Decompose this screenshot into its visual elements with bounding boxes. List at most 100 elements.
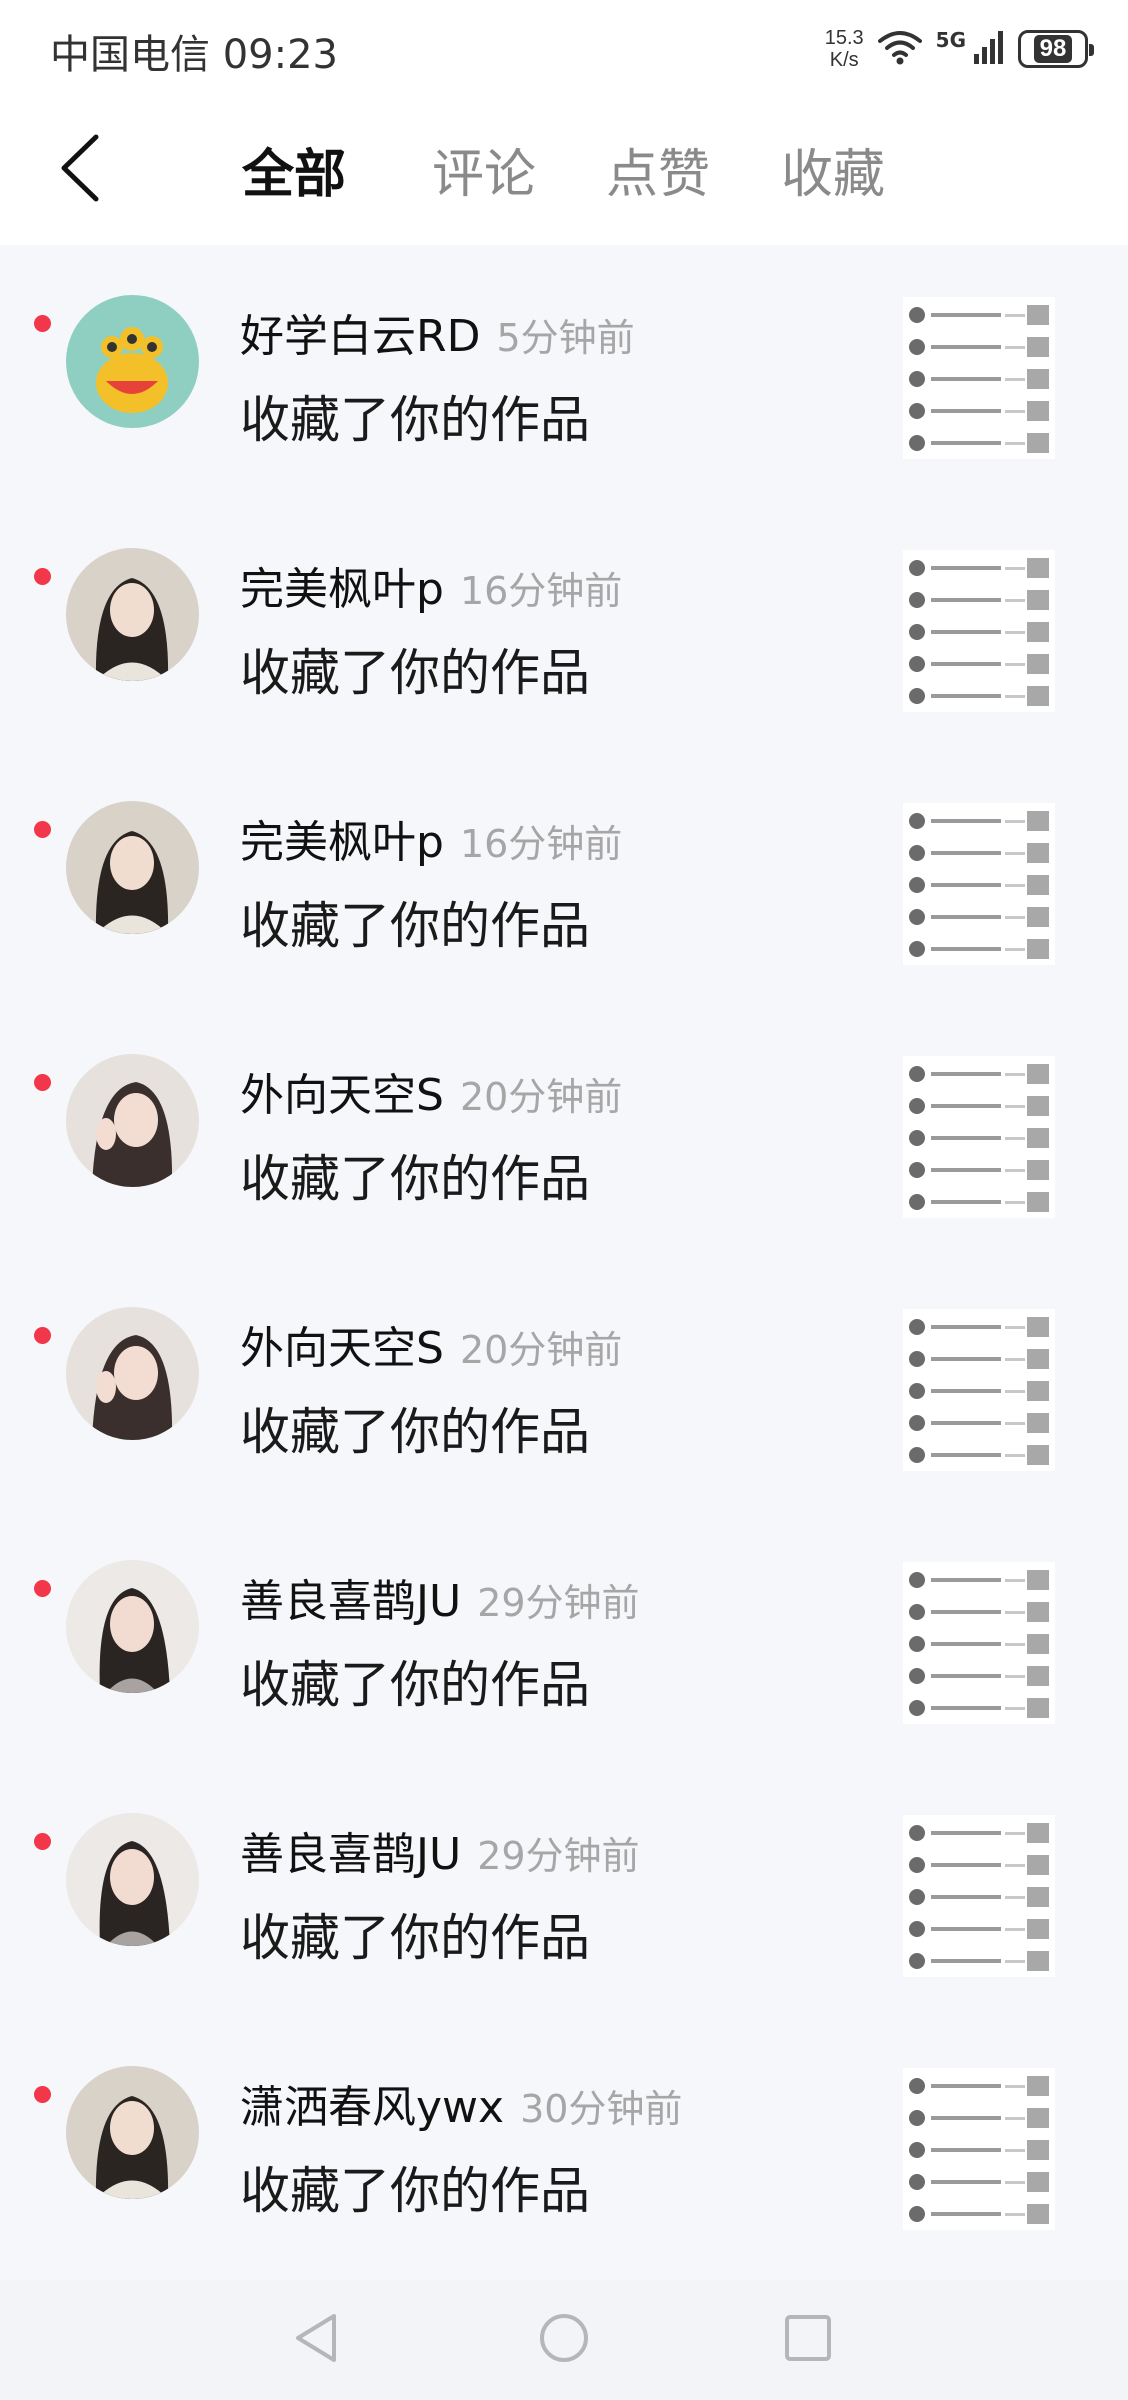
post-thumbnail[interactable] [903, 1562, 1055, 1724]
username[interactable]: 外向天空S [240, 1070, 444, 1121]
post-thumbnail[interactable] [903, 550, 1055, 712]
avatar[interactable] [66, 1560, 199, 1693]
thumbnail-row [909, 1664, 1049, 1688]
thumbnail-row [909, 1094, 1049, 1118]
action-text: 收藏了你的作品 [240, 2162, 590, 2220]
action-text: 收藏了你的作品 [240, 1656, 590, 1714]
thumbnail-row [909, 1126, 1049, 1150]
username[interactable]: 好学白云RD [240, 311, 480, 362]
avatar[interactable] [66, 2066, 199, 2199]
timestamp: 5分钟前 [496, 316, 635, 360]
thumbnail-row [909, 809, 1049, 833]
unread-dot [34, 1833, 51, 1850]
thumbnail-row [909, 335, 1049, 359]
thumbnail-row [909, 1347, 1049, 1371]
thumbnail-row [909, 684, 1049, 708]
notification-item[interactable]: 完美枫叶p 16分钟前收藏了你的作品 [0, 751, 1128, 1004]
username[interactable]: 善良喜鹊JU [240, 1829, 461, 1880]
thumbnail-row [909, 905, 1049, 929]
thumbnail-row [909, 2202, 1049, 2226]
thumbnail-row [909, 873, 1049, 897]
thumbnail-row [909, 1315, 1049, 1339]
username[interactable]: 完美枫叶p [240, 817, 444, 868]
user-line: 善良喜鹊JU 29分钟前 [240, 1818, 640, 1882]
thumbnail-row [909, 1158, 1049, 1182]
post-thumbnail[interactable] [903, 1309, 1055, 1471]
network-speed: 15.3 K/s [825, 27, 864, 71]
unread-dot [34, 2086, 51, 2103]
unread-dot [34, 315, 51, 332]
user-line: 潇洒春风ywx 30分钟前 [240, 2071, 682, 2135]
avatar[interactable] [66, 801, 199, 934]
status-right: 15.3 K/s 5G 98 [825, 24, 1094, 74]
notification-item[interactable]: 善良喜鹊JU 29分钟前收藏了你的作品 [0, 1510, 1128, 1763]
user-line: 好学白云RD 5分钟前 [240, 300, 635, 364]
tab-comments[interactable]: 评论 [432, 132, 536, 207]
post-thumbnail[interactable] [903, 803, 1055, 965]
unread-dot [34, 1074, 51, 1091]
thumbnail-row [909, 2170, 1049, 2194]
timestamp: 16分钟前 [459, 822, 623, 866]
notification-item[interactable]: 潇洒春风ywx 30分钟前收藏了你的作品 [0, 2016, 1128, 2269]
thumbnail-row [909, 2138, 1049, 2162]
nav-back-button[interactable] [284, 2308, 348, 2372]
tab-favorites[interactable]: 收藏 [781, 132, 885, 207]
action-text: 收藏了你的作品 [240, 391, 590, 449]
notification-item[interactable]: 外向天空S 20分钟前 收藏了你的作品 [0, 1257, 1128, 1510]
action-text: 收藏了你的作品 [240, 644, 590, 702]
username[interactable]: 善良喜鹊JU [240, 1576, 461, 1627]
avatar[interactable] [66, 548, 199, 681]
nav-recents-button[interactable] [776, 2308, 840, 2372]
username[interactable]: 外向天空S [240, 1323, 444, 1374]
back-button[interactable] [40, 130, 120, 210]
timestamp: 29分钟前 [477, 1834, 640, 1878]
chevron-left-icon [58, 133, 102, 207]
action-text: 收藏了你的作品 [240, 1403, 590, 1461]
unread-dot [34, 1327, 51, 1344]
timestamp: 30分钟前 [520, 2087, 683, 2131]
user-line: 完美枫叶p 16分钟前 [240, 806, 622, 870]
avatar[interactable] [66, 1813, 199, 1946]
header: 全部 评论 点赞 收藏 [0, 100, 1128, 245]
timestamp: 20分钟前 [459, 1075, 623, 1119]
status-left: 中国电信 09:23 [50, 22, 338, 80]
avatar[interactable] [66, 1054, 199, 1187]
thumbnail-row [909, 1696, 1049, 1720]
thumbnail-row [909, 1379, 1049, 1403]
thumbnail-row [909, 303, 1049, 327]
tab-all[interactable]: 全部 [242, 132, 346, 207]
thumbnail-row [909, 1949, 1049, 1973]
post-thumbnail[interactable] [903, 1815, 1055, 1977]
post-thumbnail[interactable] [903, 297, 1055, 459]
post-thumbnail[interactable] [903, 1056, 1055, 1218]
notification-item[interactable]: 完美枫叶p 16分钟前收藏了你的作品 [0, 498, 1128, 751]
thumbnail-row [909, 937, 1049, 961]
thumbnail-row [909, 1411, 1049, 1435]
notification-list: 好学白云RD 5分钟前 收藏了你的作品 完美枫叶p 16分钟前 收藏了你的作品 完美枫叶p 1… [0, 245, 1128, 2269]
nav-home-button[interactable] [532, 2308, 596, 2372]
notification-item[interactable]: 善良喜鹊JU 29分钟前 收藏了你的作品 [0, 1763, 1128, 2016]
thumbnail-row [909, 1062, 1049, 1086]
notification-item[interactable]: 好学白云RD 5分钟前收藏了你的作品 [0, 245, 1128, 498]
action-text: 收藏了你的作品 [240, 897, 590, 955]
post-thumbnail[interactable] [903, 2068, 1055, 2230]
user-line: 善良喜鹊JU 29分钟前 [240, 1565, 640, 1629]
user-line: 完美枫叶p 16分钟前 [240, 553, 622, 617]
carrier-name: 中国电信 [50, 32, 210, 78]
tab-likes[interactable]: 点赞 [606, 132, 710, 207]
timestamp: 16分钟前 [459, 569, 623, 613]
thumbnail-row [909, 399, 1049, 423]
avatar[interactable] [66, 295, 199, 428]
battery-level: 98 [1033, 35, 1073, 63]
triangle-back-icon [292, 2312, 340, 2368]
unread-dot [34, 1580, 51, 1597]
thumbnail-row [909, 1917, 1049, 1941]
thumbnail-row [909, 1443, 1049, 1467]
notification-item[interactable]: 外向天空S 20分钟前 收藏了你的作品 [0, 1004, 1128, 1257]
wifi-icon [877, 29, 922, 69]
username[interactable]: 完美枫叶p [240, 564, 444, 615]
avatar[interactable] [66, 1307, 199, 1440]
thumbnail-row [909, 620, 1049, 644]
username[interactable]: 潇洒春风ywx [240, 2082, 504, 2133]
thumbnail-row [909, 2074, 1049, 2098]
